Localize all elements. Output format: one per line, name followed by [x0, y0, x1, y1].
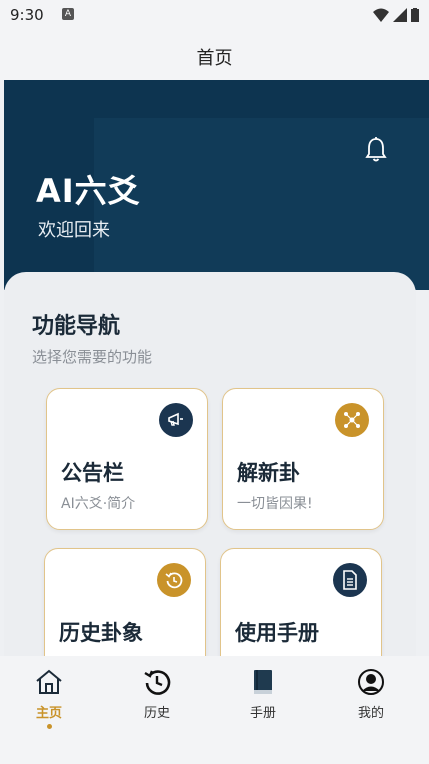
card-title: 历史卦象: [59, 621, 143, 645]
card-subtitle: AI六爻·简介: [61, 496, 136, 512]
profile-icon: [358, 669, 384, 695]
wifi-icon: [373, 8, 389, 22]
bell-icon[interactable]: [364, 136, 388, 164]
card-announcement[interactable]: 公告栏 AI六爻·简介: [46, 388, 208, 530]
network-icon: [335, 403, 369, 437]
card-title: 解新卦: [237, 461, 300, 485]
hero-banner: AI六爻 欢迎回来: [4, 80, 429, 290]
notification-badge-icon: A: [62, 8, 74, 20]
nav-label: 我的: [357, 706, 384, 721]
nav-manual[interactable]: 手册: [228, 668, 298, 721]
app-name: AI六爻: [36, 172, 141, 210]
card-new-divination[interactable]: 解新卦 一切皆因果!: [222, 388, 384, 530]
card-title: 使用手册: [235, 621, 319, 645]
nav-label: 主页: [35, 706, 62, 721]
history-icon: [144, 670, 171, 695]
page-title: 首页: [196, 48, 233, 69]
section-title: 功能导航: [32, 314, 121, 339]
card-subtitle: 一切皆因果!: [237, 496, 313, 512]
nav-profile[interactable]: 我的: [336, 668, 406, 721]
nav-home[interactable]: 主页: [14, 668, 84, 729]
card-title: 公告栏: [61, 461, 124, 485]
active-indicator: [46, 724, 52, 729]
home-icon: [36, 669, 62, 694]
battery-icon: [411, 8, 419, 22]
status-icons: [373, 8, 419, 22]
document-icon: [333, 563, 367, 597]
section-subtitle: 选择您需要的功能: [32, 348, 153, 366]
signal-icon: [393, 8, 407, 22]
history-icon: [157, 563, 191, 597]
nav-label: 历史: [143, 706, 170, 721]
nav-label: 手册: [249, 706, 276, 721]
nav-history[interactable]: 历史: [122, 668, 192, 721]
app-bar: 首页: [0, 30, 429, 80]
welcome-text: 欢迎回来: [38, 220, 110, 241]
book-icon: [254, 670, 272, 694]
status-time: 9:30: [10, 6, 44, 24]
bottom-nav: 主页 历史 手册 我的: [0, 656, 429, 764]
megaphone-icon: [159, 403, 193, 437]
status-bar: 9:30 A: [0, 0, 429, 30]
